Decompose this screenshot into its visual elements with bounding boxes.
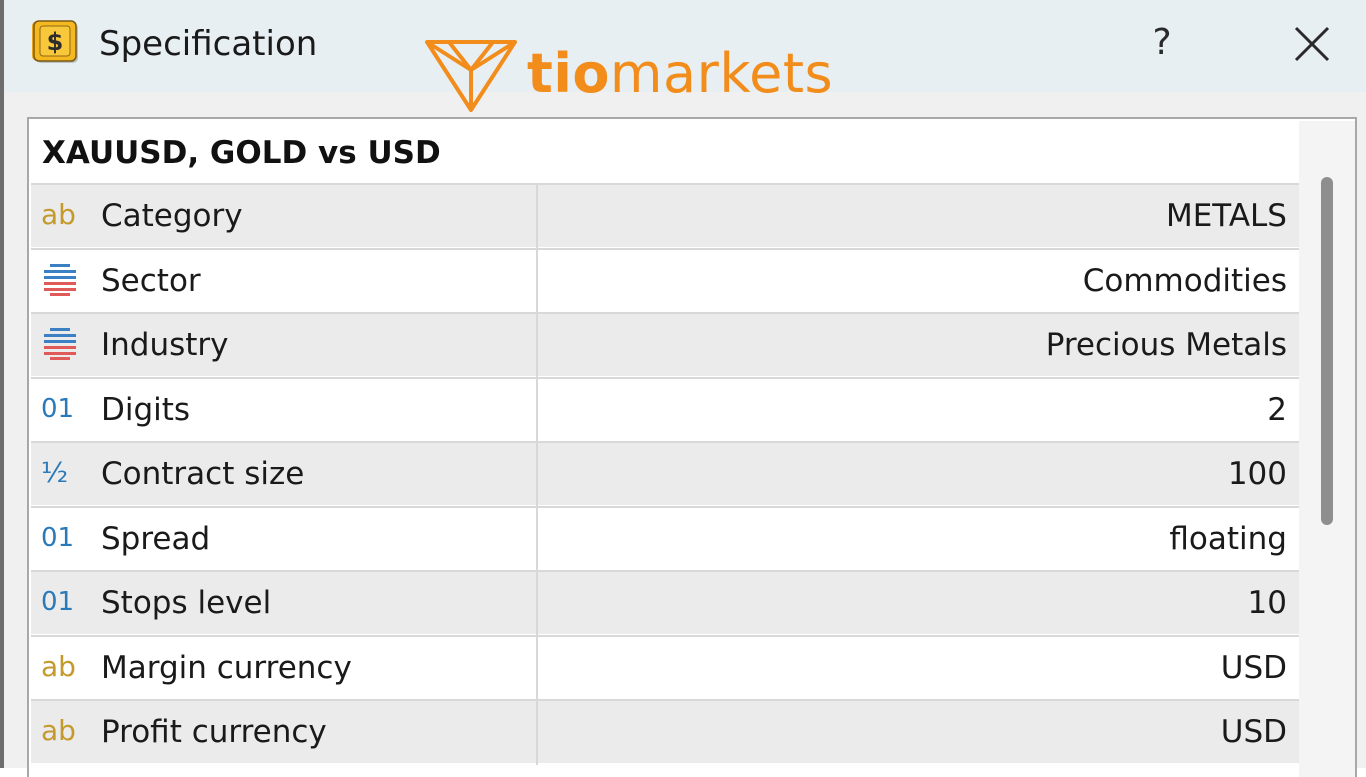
column-divider[interactable] (536, 185, 538, 249)
column-divider[interactable] (536, 636, 538, 701)
table-row[interactable]: ab Profit currency USD (31, 699, 1299, 765)
table-row[interactable]: ½ Contract size 100 (31, 441, 1299, 507)
property-label: Sector (101, 262, 201, 299)
window-title: Specification (99, 24, 318, 64)
table-row[interactable]: ab Category METALS (31, 183, 1299, 249)
property-value: USD (1220, 714, 1287, 750)
help-button[interactable]: ? (1144, 18, 1180, 68)
brand-name-bold: tio (527, 42, 610, 105)
property-value: 10 (1247, 585, 1287, 621)
property-value: Precious Metals (1045, 327, 1287, 363)
brand-name: tiomarkets (527, 39, 833, 109)
dollar-icon: $ (32, 20, 78, 63)
table-row[interactable]: ab Margin currency USD (31, 634, 1299, 701)
column-divider[interactable] (536, 507, 538, 572)
integer-type-icon: 01 (41, 587, 75, 617)
symbol-heading: XAUUSD, GOLD vs USD (42, 135, 441, 171)
tiomarkets-logo-icon (425, 40, 517, 112)
table-row[interactable]: 01 Stops level 10 (31, 570, 1299, 636)
close-icon[interactable] (1288, 20, 1336, 68)
table-row[interactable]: Industry Precious Metals (31, 312, 1299, 378)
fraction-type-icon: ½ (41, 456, 69, 489)
column-divider[interactable] (536, 443, 538, 507)
property-value: Commodities (1082, 262, 1287, 299)
list-type-icon (41, 262, 81, 298)
table-row[interactable]: 01 Spread floating (31, 505, 1299, 572)
property-value: 100 (1227, 456, 1287, 492)
integer-type-icon: 01 (41, 522, 75, 553)
property-label: Category (101, 198, 243, 234)
text-type-icon: ab (41, 649, 76, 683)
window-edge (0, 0, 4, 768)
column-divider[interactable] (536, 378, 538, 443)
table-row[interactable]: 01 Digits 2 (31, 376, 1299, 443)
column-divider[interactable] (536, 701, 538, 765)
property-value: USD (1220, 649, 1287, 686)
table-row[interactable]: Sector Commodities (31, 247, 1299, 314)
column-divider[interactable] (536, 249, 538, 314)
property-label: Industry (101, 327, 229, 363)
property-label: Margin currency (101, 649, 352, 686)
scrollbar-thumb[interactable] (1321, 177, 1333, 525)
column-divider[interactable] (536, 572, 538, 636)
text-type-icon: ab (41, 714, 76, 747)
specification-dialog: $ Specification ? tiomarkets XAUUSD, GOL… (0, 0, 1366, 777)
property-label: Profit currency (101, 714, 327, 750)
property-label: Stops level (101, 585, 272, 621)
text-type-icon: ab (41, 198, 76, 231)
property-value: METALS (1165, 198, 1287, 234)
specification-panel: XAUUSD, GOLD vs USD ab Category METALS Sect… (27, 117, 1357, 777)
integer-type-icon: 01 (41, 393, 75, 424)
property-value: floating (1169, 520, 1287, 557)
brand-name-light: markets (609, 42, 834, 105)
list-type-icon (41, 326, 81, 362)
column-divider[interactable] (536, 314, 538, 378)
brand-watermark: tiomarkets (424, 37, 854, 117)
property-value: 2 (1267, 391, 1287, 428)
property-label: Spread (101, 520, 211, 557)
svg-text:$: $ (47, 28, 64, 56)
property-label: Digits (101, 391, 191, 428)
property-label: Contract size (101, 456, 305, 492)
